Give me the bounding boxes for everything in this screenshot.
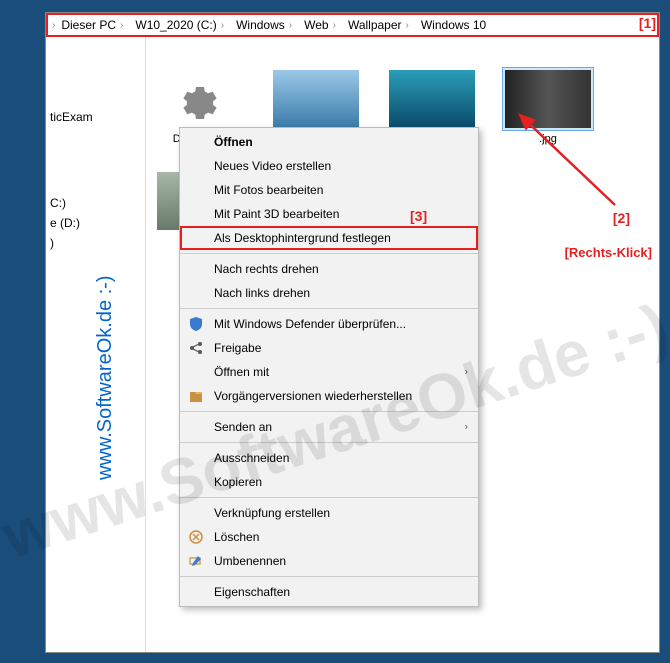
menu-delete[interactable]: Löschen xyxy=(180,525,478,549)
menu-separator xyxy=(180,442,478,443)
breadcrumb-item[interactable]: W10_2020 (C:) › xyxy=(129,18,230,32)
menu-new-video[interactable]: Neues Video erstellen xyxy=(180,154,478,178)
menu-open-with[interactable]: Öffnen mit › xyxy=(180,360,478,384)
menu-separator xyxy=(180,576,478,577)
file-explorer-window: › Dieser PC › W10_2020 (C:) › Windows › Web… xyxy=(45,12,660,653)
menu-properties[interactable]: Eigenschaften xyxy=(180,580,478,604)
breadcrumb-label: Dieser PC xyxy=(61,18,116,32)
file-thumbnail xyxy=(386,67,478,131)
file-name: .jpg xyxy=(502,133,594,145)
menu-rotate-right[interactable]: Nach rechts drehen xyxy=(180,257,478,281)
file-thumbnail xyxy=(502,67,594,131)
sidebar-item[interactable]: C:) xyxy=(46,193,145,213)
sidebar-item[interactable]: ) xyxy=(46,233,145,253)
breadcrumb-label: W10_2020 (C:) xyxy=(135,18,216,32)
file-thumbnail xyxy=(270,67,362,131)
breadcrumb-item[interactable]: Windows 10 xyxy=(415,18,492,32)
breadcrumb-label: Windows 10 xyxy=(421,18,486,32)
breadcrumb-item[interactable]: Wallpaper › xyxy=(342,18,415,32)
menu-rotate-left[interactable]: Nach links drehen xyxy=(180,281,478,305)
chevron-right-icon: › xyxy=(406,20,409,31)
menu-copy[interactable]: Kopieren xyxy=(180,470,478,494)
menu-defender[interactable]: Mit Windows Defender überprüfen... xyxy=(180,312,478,336)
menu-separator xyxy=(180,253,478,254)
menu-open[interactable]: Öffnen xyxy=(180,130,478,154)
breadcrumb-bar[interactable]: › Dieser PC › W10_2020 (C:) › Windows › Web… xyxy=(46,13,659,37)
menu-edit-photos[interactable]: Mit Fotos bearbeiten xyxy=(180,178,478,202)
breadcrumb-label: Web xyxy=(304,18,328,32)
sidebar-item[interactable]: ticExam xyxy=(46,107,145,127)
rename-icon xyxy=(188,553,204,569)
breadcrumb-item[interactable]: Dieser PC › xyxy=(55,18,129,32)
chevron-right-icon: › xyxy=(221,20,224,31)
breadcrumb-label: Windows xyxy=(236,18,285,32)
file-item-selected[interactable]: .jpg xyxy=(502,67,594,145)
menu-label: Mit Windows Defender überprüfen... xyxy=(214,317,406,331)
breadcrumb-item[interactable]: Windows › xyxy=(230,18,298,32)
menu-prev-versions[interactable]: Vorgängerversionen wiederherstellen xyxy=(180,384,478,408)
gear-icon xyxy=(176,75,224,123)
menu-paint3d[interactable]: Mit Paint 3D bearbeiten xyxy=(180,202,478,226)
menu-shortcut[interactable]: Verknüpfung erstellen xyxy=(180,501,478,525)
menu-separator xyxy=(180,411,478,412)
menu-share[interactable]: Freigabe xyxy=(180,336,478,360)
menu-separator xyxy=(180,308,478,309)
menu-label: Öffnen xyxy=(214,135,253,149)
sidebar-item[interactable]: e (D:) xyxy=(46,213,145,233)
breadcrumb-label: Wallpaper xyxy=(348,18,402,32)
chevron-right-icon: › xyxy=(120,20,123,31)
menu-set-wallpaper[interactable]: Als Desktophintergrund festlegen xyxy=(180,226,478,250)
menu-label: Vorgängerversionen wiederherstellen xyxy=(214,389,412,403)
chevron-right-icon: › xyxy=(333,20,336,31)
context-menu: Öffnen Neues Video erstellen Mit Fotos b… xyxy=(179,127,479,607)
menu-rename[interactable]: Umbenennen xyxy=(180,549,478,573)
restore-icon xyxy=(188,388,204,404)
menu-separator xyxy=(180,497,478,498)
menu-label: Löschen xyxy=(214,530,259,544)
chevron-right-icon: › xyxy=(465,422,468,433)
menu-label: Freigabe xyxy=(214,341,261,355)
shield-icon xyxy=(188,316,204,332)
file-thumbnail xyxy=(154,67,246,131)
menu-send-to[interactable]: Senden an › xyxy=(180,415,478,439)
menu-label: Umbenennen xyxy=(214,554,286,568)
menu-label: Öffnen mit xyxy=(214,365,269,379)
delete-icon xyxy=(188,529,204,545)
share-icon xyxy=(188,340,204,356)
menu-cut[interactable]: Ausschneiden xyxy=(180,446,478,470)
menu-label: Senden an xyxy=(214,420,272,434)
chevron-right-icon: › xyxy=(289,20,292,31)
breadcrumb-item[interactable]: Web › xyxy=(298,18,342,32)
navigation-sidebar: ticExam C:) e (D:) ) xyxy=(46,37,146,652)
chevron-right-icon: › xyxy=(465,367,468,378)
